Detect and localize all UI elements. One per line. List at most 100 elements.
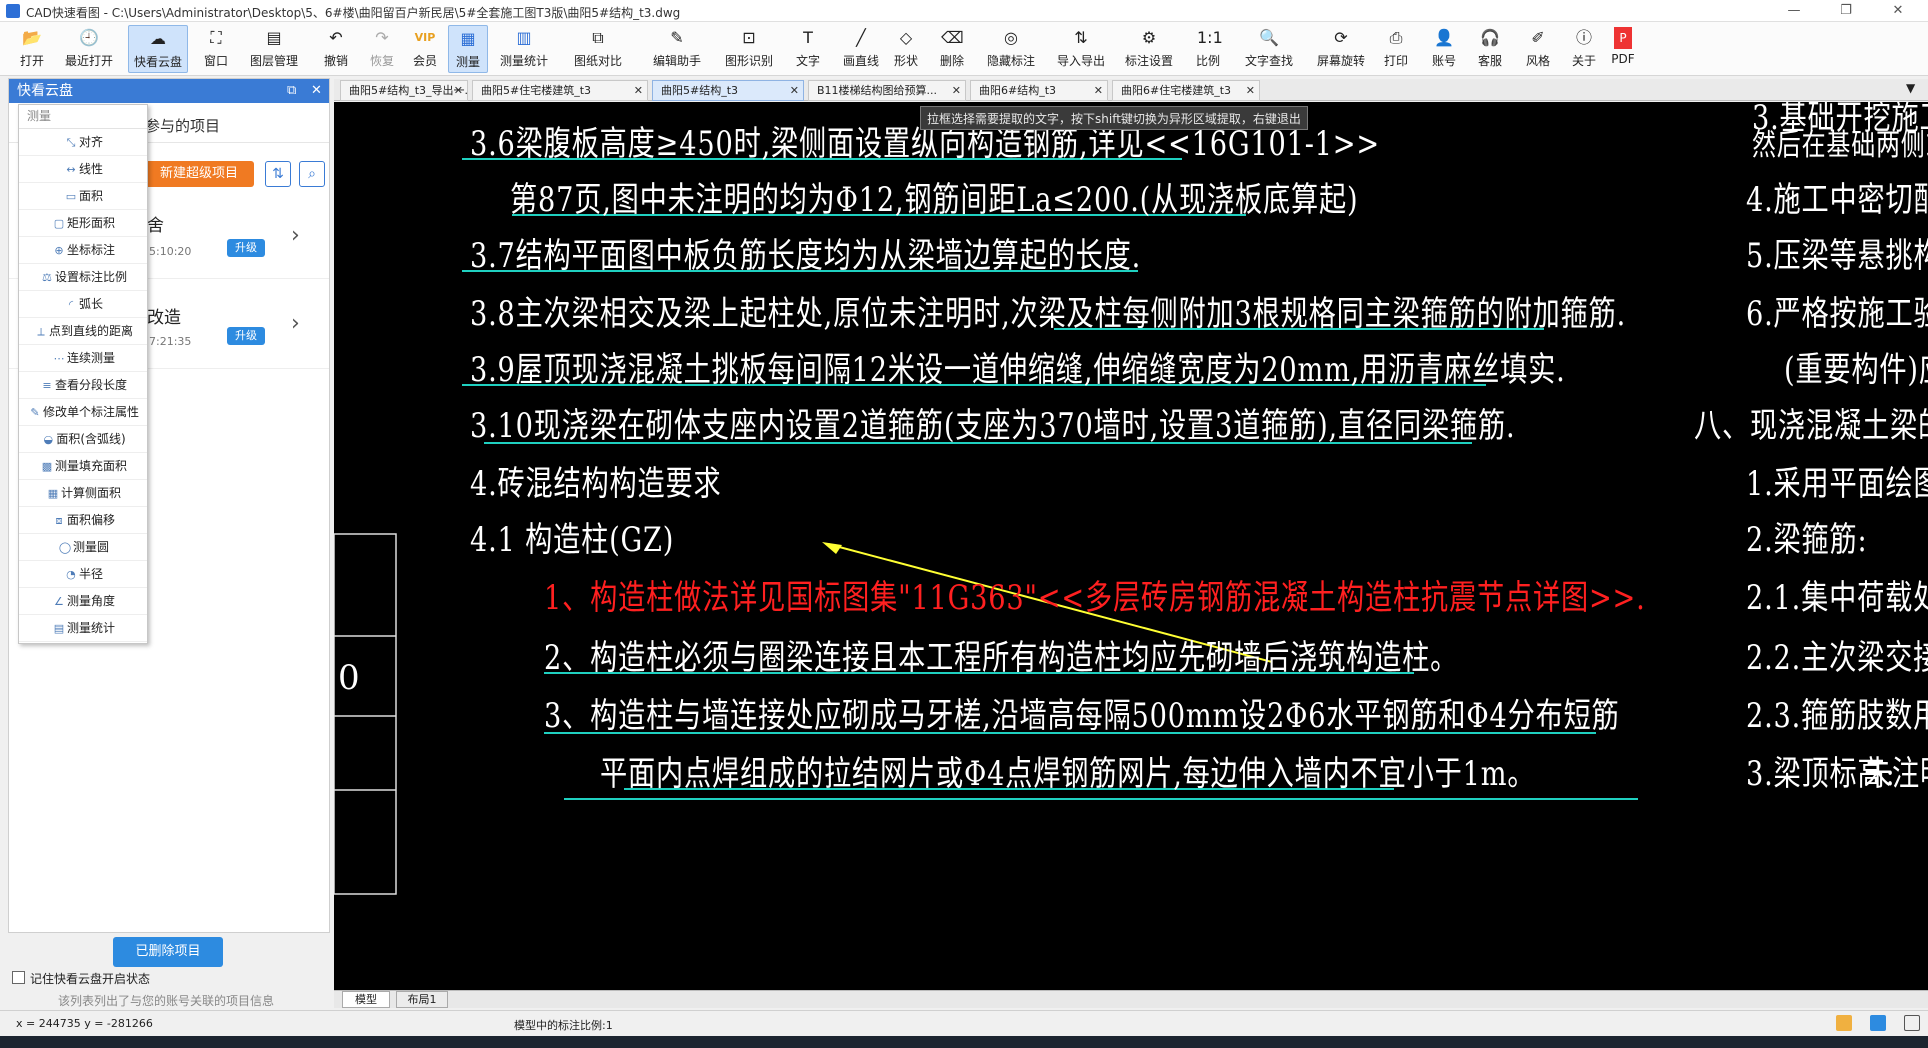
import-export-button[interactable]: ⇅ 导入导出	[1050, 25, 1112, 73]
text-button-label: 文字	[795, 54, 820, 68]
shape-button[interactable]: ◇ 形状	[888, 25, 924, 73]
annotation-settings-button[interactable]: ⚙ 标注设置	[1118, 25, 1180, 73]
measure-menu-label: 设置标注比例	[54, 270, 127, 284]
close-panel-icon[interactable]: ✕	[311, 79, 322, 103]
delete-button[interactable]: ⌫ 删除	[934, 25, 970, 73]
measure-menu-item[interactable]: ▦ 计算侧面积	[19, 480, 147, 507]
print-button[interactable]: ⎙ 打印	[1378, 25, 1414, 73]
layer-icon[interactable]	[1836, 1015, 1852, 1031]
print-button-label: 打印	[1383, 54, 1408, 68]
document-tab[interactable]: 曲阳5#结构_t3_导出一... ✕	[340, 80, 468, 101]
measure-menu-label: 点到直线的距离	[48, 324, 133, 338]
measure-menu-item[interactable]: ▤ 测量统计	[19, 615, 147, 642]
account-button[interactable]: 👤 账号	[1426, 25, 1462, 73]
style-button[interactable]: ✐ 风格	[1520, 25, 1556, 73]
draw-line-button[interactable]: ╱ 画直线	[836, 25, 886, 73]
shape-recognition-icon: ⊡	[742, 28, 756, 47]
layout-tab-model[interactable]: 模型	[342, 991, 390, 1008]
undo-button[interactable]: ↶ 撤销	[318, 25, 354, 73]
drawing-text-line: 1.采用平面绘图法,制图	[1746, 464, 1928, 504]
drawing-compare-button[interactable]: ⧉ 图纸对比	[568, 25, 628, 73]
tab-close-icon[interactable]: ✕	[1094, 81, 1103, 100]
annotation-settings-icon: ⚙	[1141, 28, 1157, 47]
fullscreen-icon[interactable]	[1904, 1015, 1920, 1031]
about-button[interactable]: ⓘ 关于	[1566, 25, 1602, 73]
redo-button[interactable]: ↷ 恢复	[364, 25, 400, 73]
open-button[interactable]: 📂 打开	[14, 25, 50, 73]
sync-icon[interactable]: ⇅	[265, 161, 291, 187]
document-tab[interactable]: 曲阳6#住宅楼建筑_t3 ✕	[1112, 80, 1260, 101]
measure-stats-button[interactable]: ▥ 测量统计	[494, 25, 554, 73]
measure-menu-item[interactable]: ↔ 线性	[19, 156, 147, 183]
measure-tool-icon: ◒	[43, 433, 54, 446]
search-icon[interactable]: ⌕	[299, 161, 325, 187]
window-button[interactable]: ⛶ 窗口	[198, 25, 234, 73]
measure-button[interactable]: ▦ 测量	[448, 25, 488, 73]
tab-close-icon[interactable]: ✕	[634, 81, 643, 100]
new-super-project-button[interactable]: 新建超级项目	[144, 161, 254, 187]
shape-icon: ◇	[899, 28, 913, 47]
measure-menu-item[interactable]: ⤡ 对齐	[19, 129, 147, 156]
measure-menu-item[interactable]: ▭ 面积	[19, 183, 147, 210]
screen-rotate-button[interactable]: ⟳ 屏幕旋转	[1310, 25, 1372, 73]
measure-menu-item[interactable]: ⧈ 面积偏移	[19, 507, 147, 534]
close-icon[interactable]: ✕	[1878, 2, 1918, 20]
recent-files-button[interactable]: 🕘 最近打开	[60, 25, 118, 73]
title-bar: CAD快速看图 - C:\Users\Administrator\Desktop…	[0, 0, 1928, 22]
measure-menu-item[interactable]: ⋯ 连续测量	[19, 345, 147, 372]
scale-button[interactable]: 1:1 比例	[1190, 25, 1226, 73]
measure-menu-item[interactable]: ◜ 弧长	[19, 291, 147, 318]
measure-menu-item[interactable]: ▢ 矩形面积	[19, 210, 147, 237]
document-tab[interactable]: 曲阳5#结构_t3 ✕	[652, 80, 804, 101]
drawing-compare-button-label: 图纸对比	[573, 54, 622, 68]
extract-text-tooltip: 拉框选择需要提取的文字，按下shift键切换为异形区域提取，右键退出	[920, 106, 1308, 130]
document-tab[interactable]: B11楼梯结构图给预算... ✕	[808, 80, 966, 101]
pdf-button[interactable]: P PDF	[1610, 25, 1636, 73]
tab-close-icon[interactable]: ✕	[790, 81, 799, 100]
chevron-right-icon[interactable]: ›	[291, 223, 300, 248]
tabs-dropdown-icon[interactable]: ▼	[1906, 81, 1915, 95]
cloud-disk-button[interactable]: ☁ 快看云盘	[128, 25, 188, 73]
measure-menu-item[interactable]: ▩ 测量填充面积	[19, 453, 147, 480]
document-tab[interactable]: 曲阳6#结构_t3 ✕	[970, 80, 1108, 101]
drawing-canvas[interactable]: 然后在基础两侧或3.6梁腹板高度≥450时,梁侧面设置纵向构造钢筋,详见<<16…	[334, 102, 1928, 990]
measure-menu-item[interactable]: ≡ 查看分段长度	[19, 372, 147, 399]
measure-tool-icon: ◜	[68, 298, 74, 311]
tab-close-icon[interactable]: ✕	[1246, 81, 1255, 100]
vip-button[interactable]: VIP 会员	[410, 25, 440, 73]
measure-menu-item[interactable]: ⊕ 坐标标注	[19, 237, 147, 264]
document-tab[interactable]: 曲阳5#住宅楼建筑_t3 ✕	[472, 80, 648, 101]
drawing-text-line: 3.7结构平面图中板负筋长度均为从梁墙边算起的长度.	[470, 236, 1142, 276]
measure-menu-item[interactable]: ∠ 测量角度	[19, 588, 147, 615]
measure-menu-item[interactable]: ⚖ 设置标注比例	[19, 264, 147, 291]
minimize-icon[interactable]: —	[1774, 2, 1814, 20]
measure-menu-item[interactable]: ✎ 修改单个标注属性	[19, 399, 147, 426]
remember-checkbox[interactable]	[12, 971, 25, 984]
measure-menu-label: 测量统计	[66, 621, 115, 635]
account-icon: 👤	[1434, 28, 1454, 47]
chevron-right-icon[interactable]: ›	[291, 311, 300, 336]
text-search-button[interactable]: 🔍 文字查找	[1238, 25, 1300, 73]
layout-tab-layout1[interactable]: 布局1	[396, 991, 448, 1008]
measure-menu-item[interactable]: ⟂ 点到直线的距离	[19, 318, 147, 345]
arrow-head-icon	[822, 542, 842, 554]
support-button[interactable]: 🎧 客服	[1472, 25, 1508, 73]
edit-assistant-button[interactable]: ✎ 编辑助手	[646, 25, 708, 73]
upgrade-badge[interactable]: 升级	[227, 239, 265, 257]
measure-menu-item[interactable]: ◔ 半径	[19, 561, 147, 588]
shape-recognition-button[interactable]: ⊡ 图形识别	[716, 25, 782, 73]
restore-icon[interactable]: ❐	[1826, 2, 1866, 20]
view-mode-icon[interactable]	[1870, 1015, 1886, 1031]
undo-button-label: 撤销	[323, 54, 348, 68]
tab-close-icon[interactable]: ✕	[952, 81, 961, 100]
float-panel-icon[interactable]: ⧉	[287, 79, 296, 103]
measure-menu-item[interactable]: ◯ 测量圆	[19, 534, 147, 561]
measure-menu-item[interactable]: ◒ 面积(含弧线)	[19, 426, 147, 453]
hide-annotation-button[interactable]: ◎ 隐藏标注	[980, 25, 1042, 73]
layer-manager-button[interactable]: ▤ 图层管理	[244, 25, 304, 73]
upgrade-badge[interactable]: 升级	[227, 327, 265, 345]
measure-menu-label: 修改单个标注属性	[42, 405, 139, 419]
text-button[interactable]: T 文字	[790, 25, 826, 73]
deleted-projects-button[interactable]: 已删除项目	[113, 937, 223, 967]
tab-close-icon[interactable]: ✕	[454, 81, 463, 100]
